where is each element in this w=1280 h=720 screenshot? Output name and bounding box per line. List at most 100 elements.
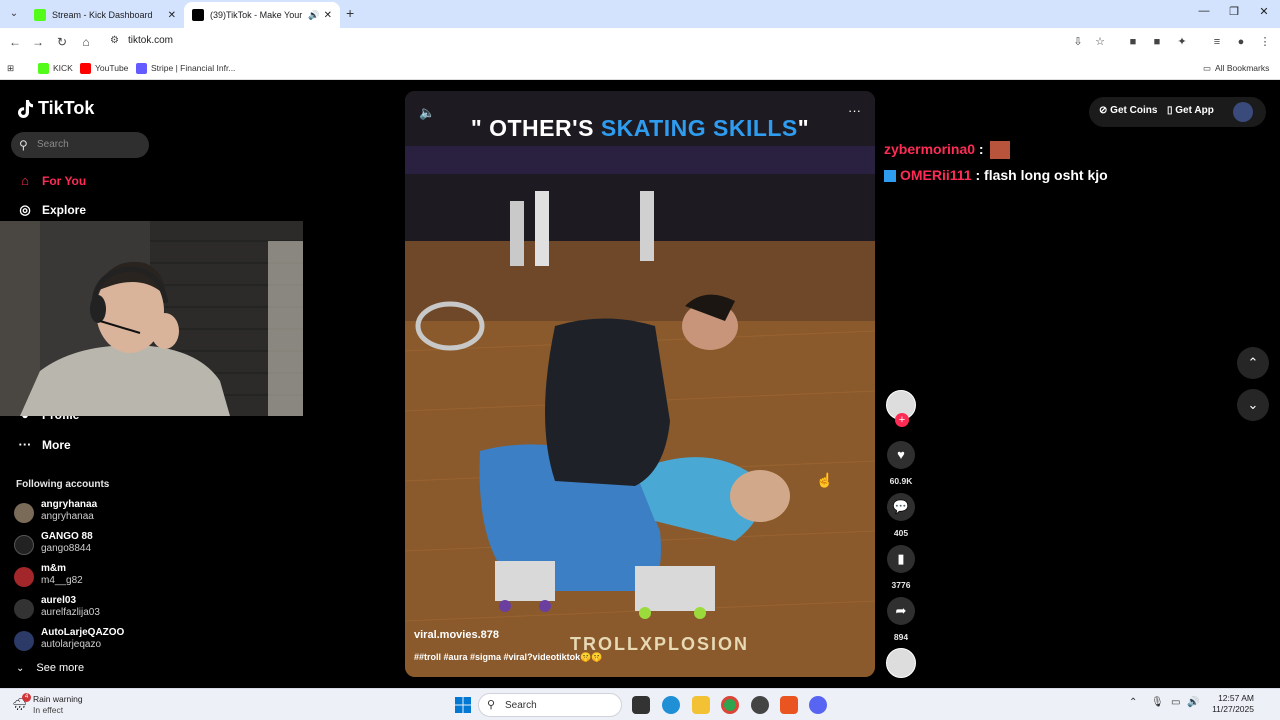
get-coins-button[interactable]: ⊘ Get Coins xyxy=(1099,105,1157,116)
browser-menu-icon[interactable]: ⋮ xyxy=(1257,34,1273,50)
like-heart-icon[interactable]: ♥ xyxy=(887,441,915,469)
youtube-icon xyxy=(80,62,91,74)
stripe-icon xyxy=(136,62,147,74)
extensions-puzzle-icon[interactable]: ✦ xyxy=(1174,34,1190,50)
search-input[interactable]: ⚲ Search xyxy=(11,132,149,158)
windows-start-icon[interactable] xyxy=(455,697,471,713)
audio-playing-icon[interactable]: 🔊 xyxy=(308,10,319,21)
app-icon[interactable] xyxy=(780,696,798,714)
comment-icon[interactable]: 💬 xyxy=(887,493,915,521)
share-count: 894 xyxy=(893,632,909,642)
tiktok-page: TikTok ⚲ Search ⌂ For You ◎ Explore ● Pr… xyxy=(0,80,1280,688)
discord-icon[interactable] xyxy=(809,696,827,714)
system-clock[interactable]: 12:57 AM 11/27/2025 xyxy=(1206,693,1254,715)
like-count: 60.9K xyxy=(889,476,913,486)
account-item[interactable]: GANGO 88 gango8844 xyxy=(14,531,154,561)
chevron-down-icon: ⌄ xyxy=(16,662,25,674)
account-item[interactable]: m&m m4__g82 xyxy=(14,563,154,593)
install-app-icon[interactable]: ⇩ xyxy=(1070,34,1086,50)
chevron-up-icon[interactable]: ⌃ xyxy=(1237,347,1269,379)
video-player[interactable]: 🔈 ··· " OTHER'S SKATING SKILLS" TROLLXPL… xyxy=(405,91,875,677)
follow-plus-icon[interactable]: + xyxy=(895,413,909,427)
account-name: m&m xyxy=(41,563,67,574)
tiktok-logo[interactable]: TikTok xyxy=(16,98,94,119)
bookmark-star-icon[interactable]: ☆ xyxy=(1092,34,1108,50)
account-item[interactable]: angryhanaa angryhanaa xyxy=(14,499,154,529)
chrome-icon[interactable] xyxy=(721,696,739,714)
forward-button[interactable]: → xyxy=(30,34,46,50)
get-app-button[interactable]: ▯ Get App xyxy=(1167,105,1214,116)
music-disc-avatar[interactable] xyxy=(886,648,916,678)
taskbar-search[interactable]: ⚲ Search xyxy=(478,693,622,717)
task-view-icon[interactable] xyxy=(632,696,650,714)
chat-message: zybermorina0 : xyxy=(884,141,1010,160)
share-icon[interactable]: ➦ xyxy=(887,597,915,625)
tiktok-favicon-icon xyxy=(192,9,204,21)
windows-taskbar: 🌧 4 Rain warning In effect ⚲ Search ⌃ 🎙 … xyxy=(0,688,1280,720)
nav-label: For You xyxy=(42,173,87,188)
new-tab-button[interactable]: + xyxy=(346,5,354,21)
kick-icon xyxy=(38,62,49,74)
bookmark-label: YouTube xyxy=(95,63,129,73)
back-button[interactable]: ← xyxy=(7,34,23,50)
close-tab-icon[interactable]: ✕ xyxy=(168,10,176,21)
address-bar[interactable]: ⚙ tiktok.com xyxy=(104,31,1114,53)
url-text[interactable]: tiktok.com xyxy=(128,35,173,46)
bookmark-stripe[interactable]: Stripe | Financial Infr... xyxy=(136,61,235,75)
clock-time: 12:57 AM xyxy=(1218,693,1254,703)
obs-icon[interactable] xyxy=(751,696,769,714)
profile-avatar-icon[interactable]: ● xyxy=(1233,34,1249,50)
nav-explore[interactable]: ◎ Explore xyxy=(16,202,86,218)
volume-icon[interactable]: 🔊 xyxy=(1187,697,1199,708)
edge-browser-icon[interactable] xyxy=(662,696,680,714)
chat-separator: : xyxy=(971,167,981,183)
apps-grid-icon[interactable]: ⊞ xyxy=(7,61,14,75)
nav-label: Explore xyxy=(42,203,87,217)
tiktok-logo-text: TikTok xyxy=(38,98,95,118)
minimize-button[interactable]: — xyxy=(1194,5,1214,17)
tiktok-note-icon xyxy=(18,99,33,118)
coin-icon: ⊘ xyxy=(1099,105,1111,116)
file-explorer-icon[interactable] xyxy=(692,696,710,714)
close-tab-icon[interactable]: ✕ xyxy=(324,10,332,21)
site-info-icon[interactable]: ⚙ xyxy=(110,35,119,46)
chat-username: OMERii111 xyxy=(900,167,972,183)
get-app-label: Get App xyxy=(1175,105,1214,116)
chevron-down-icon[interactable]: ⌄ xyxy=(1237,389,1269,421)
kick-favicon-icon xyxy=(34,9,46,21)
network-icon[interactable]: ▭ xyxy=(1171,697,1180,708)
bookmark-kick[interactable]: KICK xyxy=(38,61,73,75)
account-username: angryhanaa xyxy=(41,511,94,522)
account-item[interactable]: aurel03 aurelfazlija03 xyxy=(14,595,154,625)
microphone-icon[interactable]: 🎙 xyxy=(1151,697,1164,708)
account-name: aurel03 xyxy=(41,595,77,606)
browser-toolbar: ← → ↻ ⌂ ⚙ tiktok.com ⇩ ☆ ■ ■ ✦ ≡ ● ⋮ xyxy=(0,28,1280,56)
close-window-button[interactable]: ✕ xyxy=(1254,5,1274,18)
see-more-button[interactable]: ⌄ See more xyxy=(16,662,84,674)
save-count: 3776 xyxy=(891,580,911,590)
video-hashtags[interactable]: ##troll #aura #sigma #viral?videotiktok🤫… xyxy=(414,652,602,663)
bookmark-youtube[interactable]: YouTube xyxy=(80,61,128,75)
caption-part: " xyxy=(797,115,810,141)
video-author[interactable]: viral.movies.878 xyxy=(414,629,499,641)
home-button[interactable]: ⌂ xyxy=(78,34,94,50)
tray-expand-icon[interactable]: ⌃ xyxy=(1129,697,1137,708)
nav-for-you[interactable]: ⌂ For You xyxy=(16,173,86,188)
user-avatar[interactable] xyxy=(1233,102,1253,122)
tab-kick-dashboard[interactable]: Stream - Kick Dashboard ✕ xyxy=(26,2,184,28)
extension-icon[interactable]: ■ xyxy=(1125,34,1141,50)
account-name: angryhanaa xyxy=(41,499,98,510)
tab-tiktok[interactable]: (39)TikTok - Make Your Day 🔊 ✕ xyxy=(184,2,340,28)
tab-search-icon[interactable]: ⌄ xyxy=(6,6,22,22)
extension-icon[interactable]: ■ xyxy=(1149,34,1165,50)
nav-more[interactable]: ··· More xyxy=(16,437,71,452)
home-icon: ⌂ xyxy=(21,173,29,188)
bookmark-icon[interactable]: ▮ xyxy=(887,545,915,573)
restore-button[interactable]: ❐ xyxy=(1224,5,1244,18)
tab-title: (39)TikTok - Make Your Day xyxy=(210,10,304,20)
account-item[interactable]: AutoLarjeQAZOO autolarjeqazo xyxy=(14,627,154,657)
reload-button[interactable]: ↻ xyxy=(54,34,70,50)
video-frame-image xyxy=(405,91,875,677)
reading-list-icon[interactable]: ≡ xyxy=(1209,34,1225,50)
all-bookmarks-button[interactable]: ▭ All Bookmarks xyxy=(1203,61,1269,75)
